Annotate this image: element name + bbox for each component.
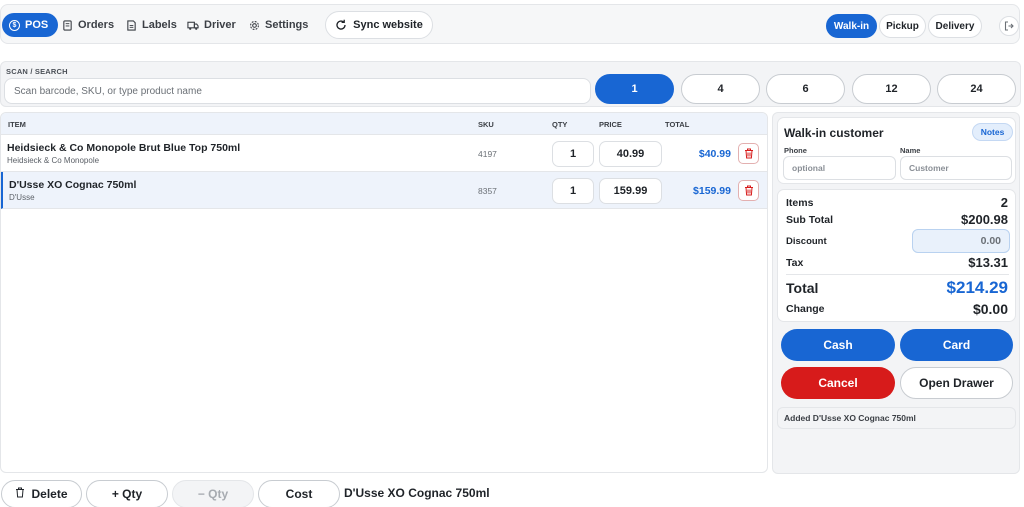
col-total: TOTAL (665, 120, 690, 129)
name-field[interactable]: Customer (900, 156, 1012, 180)
col-sku: SKU (478, 120, 494, 129)
phone-field[interactable]: optional (783, 156, 896, 180)
total-value: $214.29 (946, 278, 1008, 297)
logout-icon[interactable] (999, 16, 1019, 36)
mode-delivery[interactable]: Delivery (928, 14, 982, 38)
mode-walk-in[interactable]: Walk-in (826, 14, 877, 38)
qty-preset-6[interactable]: 6 (766, 74, 845, 104)
nav-pos-label: POS (25, 19, 49, 31)
totals-card: Items 2 Sub Total $200.98 Discount 0.00 … (777, 189, 1016, 322)
qty-preset-4[interactable]: 4 (681, 74, 760, 104)
item-price-input[interactable]: 40.99 (599, 141, 662, 167)
table-row[interactable]: Heidsieck & Co Monopole Brut Blue Top 75… (1, 135, 767, 172)
col-item: ITEM (8, 120, 26, 129)
tax-value: $13.31 (968, 255, 1008, 270)
nav-settings-label: Settings (265, 19, 309, 31)
item-total: $40.99 (698, 148, 731, 160)
change-label: Change (786, 303, 825, 315)
nav-driver[interactable]: Driver (187, 14, 236, 36)
nav-pos[interactable]: $ POS (2, 13, 59, 37)
trash-icon[interactable] (738, 180, 759, 201)
item-brand: D'Usse (9, 193, 35, 202)
item-total: $159.99 (693, 185, 731, 197)
customer-title: Walk-in customer (784, 126, 884, 140)
subtract-qty-button[interactable]: − Qty (172, 480, 254, 507)
scan-search-input[interactable]: Scan barcode, SKU, or type product name (4, 78, 591, 104)
col-price: PRICE (599, 120, 622, 129)
nav-settings[interactable]: Settings (248, 14, 308, 36)
trash-icon (15, 487, 25, 501)
refresh-icon (335, 19, 347, 31)
item-name: D'Usse XO Cognac 750ml (9, 179, 137, 191)
total-label: Total (786, 280, 819, 296)
items-label: Items (786, 197, 814, 209)
top-nav: $ POS Orders Labels Driver Settings Sync… (0, 4, 1020, 44)
nav-labels-label: Labels (142, 19, 177, 31)
notes-button[interactable]: Notes (972, 123, 1013, 141)
cancel-button[interactable]: Cancel (781, 367, 895, 399)
nav-orders[interactable]: Orders (61, 14, 114, 36)
add-qty-button[interactable]: + Qty (86, 480, 168, 507)
change-value: $0.00 (972, 301, 1008, 317)
dollar-circle-icon: $ (9, 19, 20, 31)
discount-input[interactable]: 0.00 (912, 229, 1010, 253)
selected-item-label: D'Usse XO Cognac 750ml (344, 486, 490, 500)
trash-icon[interactable] (738, 143, 759, 164)
item-sku: 8357 (478, 186, 497, 196)
truck-icon (187, 19, 199, 31)
subtotal-value: $200.98 (961, 212, 1008, 227)
delete-label: Delete (31, 487, 68, 501)
qty-preset-24[interactable]: 24 (937, 74, 1016, 104)
receipt-icon (61, 19, 73, 31)
item-price-input[interactable]: 159.99 (599, 178, 662, 204)
item-brand: Heidsieck & Co Monopole (7, 156, 100, 165)
open-drawer-button[interactable]: Open Drawer (900, 367, 1013, 399)
tax-label: Tax (786, 257, 804, 269)
item-name: Heidsieck & Co Monopole Brut Blue Top 75… (7, 142, 241, 154)
scan-label: SCAN / SEARCH (6, 67, 68, 76)
nav-orders-label: Orders (78, 19, 115, 31)
mode-pickup[interactable]: Pickup (879, 14, 926, 38)
items-value: 2 (1000, 195, 1008, 210)
item-qty-input[interactable]: 1 (552, 178, 594, 204)
phone-label: Phone (784, 146, 807, 155)
subtotal-label: Sub Total (786, 214, 834, 226)
delete-button[interactable]: Delete (1, 480, 82, 507)
label-icon (125, 19, 137, 31)
cart-table: ITEM SKU QTY PRICE TOTAL Heidsieck & Co … (0, 112, 768, 473)
item-sku: 4197 (478, 149, 497, 159)
customer-card: Walk-in customer Notes Phone optional Na… (777, 117, 1016, 184)
nav-driver-label: Driver (204, 19, 236, 31)
nav-labels[interactable]: Labels (125, 14, 177, 36)
cash-button[interactable]: Cash (781, 329, 895, 361)
name-label: Name (900, 146, 921, 155)
cart-header: ITEM SKU QTY PRICE TOTAL (1, 113, 767, 135)
discount-label: Discount (786, 236, 827, 247)
qty-preset-12[interactable]: 12 (852, 74, 931, 104)
table-row-selected[interactable]: D'Usse XO Cognac 750ml D'Usse 8357 1 159… (1, 172, 767, 209)
item-qty-input[interactable]: 1 (552, 141, 594, 167)
sync-website-button[interactable]: Sync website (325, 11, 433, 39)
checkout-panel: Walk-in customer Notes Phone optional Na… (772, 112, 1020, 474)
col-qty: QTY (552, 120, 568, 129)
gear-icon (248, 19, 260, 31)
divider (786, 274, 1009, 275)
sync-website-label: Sync website (353, 19, 423, 31)
card-button[interactable]: Card (900, 329, 1013, 361)
qty-preset-1[interactable]: 1 (595, 74, 674, 104)
cost-button[interactable]: Cost (258, 480, 340, 507)
activity-log: Added D'Usse XO Cognac 750ml (777, 407, 1016, 429)
scan-bar: SCAN / SEARCH Scan barcode, SKU, or type… (0, 61, 1021, 107)
